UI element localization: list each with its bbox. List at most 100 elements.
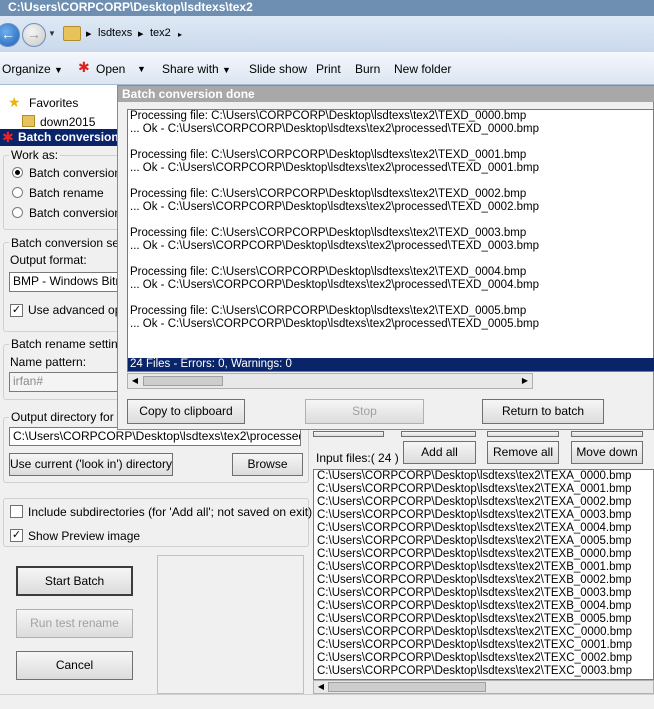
use-advanced-label[interactable]: Use advanced opt — [28, 303, 125, 317]
use-advanced-checkbox[interactable]: ✓ — [10, 304, 23, 317]
file-list-item[interactable]: C:\Users\CORPCORP\Desktop\lsdtexs\tex2\T… — [314, 639, 653, 652]
organize-menu[interactable]: Organize ▼ — [2, 62, 63, 76]
stop-button[interactable]: Stop — [305, 399, 424, 424]
log-line[interactable]: Processing file: C:\Users\CORPCORP\Deskt… — [128, 149, 653, 162]
explorer-title-bar: C:\Users\CORPCORP\Desktop\lsdtexs\tex2 — [0, 0, 654, 16]
conversion-log[interactable]: Processing file: C:\Users\CORPCORP\Deskt… — [127, 109, 654, 372]
print-button[interactable]: Print — [316, 62, 341, 76]
forward-arrow-icon: → — [27, 26, 41, 42]
name-pattern-label: Name pattern: — [10, 355, 87, 369]
copy-to-clipboard-button[interactable]: Copy to clipboard — [127, 399, 245, 424]
burn-button[interactable]: Burn — [355, 62, 380, 76]
breadcrumb-dropdown-icon[interactable]: ▸ — [178, 30, 182, 39]
log-blank-line — [128, 175, 653, 188]
log-line[interactable]: Processing file: C:\Users\CORPCORP\Deskt… — [128, 188, 653, 201]
explorer-toolbar: Organize ▼ ✱ Open ▼ Share with ▼ Slide s… — [0, 52, 654, 85]
file-list-item[interactable]: C:\Users\CORPCORP\Desktop\lsdtexs\tex2\T… — [314, 522, 653, 535]
remove-all-button[interactable]: Remove all — [487, 441, 559, 464]
include-subdirectories-checkbox[interactable] — [10, 505, 23, 518]
log-scrollbar[interactable]: ◀ ▶ — [127, 373, 533, 389]
file-list-item[interactable]: C:\Users\CORPCORP\Desktop\lsdtexs\tex2\T… — [314, 652, 653, 665]
file-list-item[interactable]: C:\Users\CORPCORP\Desktop\lsdtexs\tex2\T… — [314, 574, 653, 587]
log-line[interactable]: ... Ok - C:\Users\CORPCORP\Desktop\lsdte… — [128, 318, 653, 331]
new-folder-button[interactable]: New folder — [394, 62, 451, 76]
file-list-item[interactable]: C:\Users\CORPCORP\Desktop\lsdtexs\tex2\T… — [314, 613, 653, 626]
file-list-item[interactable]: C:\Users\CORPCORP\Desktop\lsdtexs\tex2\T… — [314, 496, 653, 509]
add-all-button[interactable]: Add all — [403, 441, 476, 464]
share-with-menu[interactable]: Share with ▼ — [162, 62, 231, 76]
scrollbar-thumb[interactable] — [143, 376, 223, 386]
log-line[interactable]: ... Ok - C:\Users\CORPCORP\Desktop\lsdte… — [128, 123, 653, 136]
log-line[interactable]: Processing file: C:\Users\CORPCORP\Deskt… — [128, 227, 653, 240]
file-list-item[interactable]: C:\Users\CORPCORP\Desktop\lsdtexs\tex2\T… — [314, 548, 653, 561]
recent-pages-dropdown-icon[interactable]: ▼ — [48, 29, 56, 38]
back-button[interactable]: ← — [0, 23, 20, 47]
slide-show-button[interactable]: Slide show — [249, 62, 307, 76]
breadcrumb-separator-icon[interactable]: ▸ — [138, 27, 144, 40]
radio-conversion-and-rename[interactable] — [12, 207, 23, 218]
file-list-item[interactable]: C:\Users\CORPCORP\Desktop\lsdtexs\tex2\T… — [314, 587, 653, 600]
work-as-label: Work as: — [9, 148, 61, 162]
explorer-title: C:\Users\CORPCORP\Desktop\lsdtexs\tex2 — [8, 0, 253, 14]
forward-button[interactable]: → — [22, 23, 46, 47]
file-list-item[interactable]: C:\Users\CORPCORP\Desktop\lsdtexs\tex2\T… — [314, 509, 653, 522]
back-arrow-icon: ← — [1, 26, 15, 42]
cancel-button[interactable]: Cancel — [16, 651, 133, 680]
preview-image-area — [157, 555, 304, 694]
show-preview-checkbox[interactable]: ✓ — [10, 529, 23, 542]
file-list-item[interactable]: C:\Users\CORPCORP\Desktop\lsdtexs\tex2\T… — [314, 483, 653, 496]
folder-icon — [63, 26, 81, 41]
radio-batch-rename[interactable] — [12, 187, 23, 198]
browse-button[interactable]: Browse — [232, 453, 303, 476]
upper-button-edge — [401, 431, 476, 437]
include-subdirectories-label[interactable]: Include subdirectories (for 'Add all'; n… — [28, 505, 312, 519]
log-summary-line[interactable]: 24 Files - Errors: 0, Warnings: 0 — [128, 358, 654, 371]
return-to-batch-button[interactable]: Return to batch — [482, 399, 604, 424]
log-line[interactable]: ... Ok - C:\Users\CORPCORP\Desktop\lsdte… — [128, 240, 653, 253]
log-blank-line — [128, 214, 653, 227]
radio-batch-rename-label[interactable]: Batch rename — [29, 186, 104, 200]
log-blank-line — [128, 292, 653, 305]
file-list-item[interactable]: C:\Users\CORPCORP\Desktop\lsdtexs\tex2\T… — [314, 470, 653, 483]
breadcrumb-item-tex2[interactable]: tex2 — [150, 27, 171, 39]
log-line[interactable]: ... Ok - C:\Users\CORPCORP\Desktop\lsdte… — [128, 201, 653, 214]
dialog-title: Batch conversion done — [122, 87, 255, 101]
log-line[interactable]: Processing file: C:\Users\CORPCORP\Deskt… — [128, 110, 653, 123]
open-menu[interactable]: Open — [96, 62, 125, 76]
upper-button-edge — [571, 431, 643, 437]
output-format-label: Output format: — [10, 253, 87, 267]
start-batch-button[interactable]: Start Batch — [16, 566, 133, 596]
file-list-item[interactable]: C:\Users\CORPCORP\Desktop\lsdtexs\tex2\T… — [314, 665, 653, 678]
log-line[interactable]: ... Ok - C:\Users\CORPCORP\Desktop\lsdte… — [128, 279, 653, 292]
nav-item-favorites[interactable]: Favorites — [29, 96, 78, 110]
nav-item-down2015[interactable]: down2015 — [40, 115, 95, 129]
scroll-right-icon[interactable]: ▶ — [518, 375, 532, 387]
radio-conversion-and-rename-label[interactable]: Batch conversion - — [29, 206, 128, 220]
bottom-status-strip — [0, 694, 654, 709]
run-test-rename-button[interactable]: Run test rename — [16, 609, 133, 638]
upper-button-edge — [313, 431, 384, 437]
scroll-left-icon[interactable]: ◀ — [314, 681, 328, 693]
output-format-select[interactable]: BMP - Windows Bitma — [9, 272, 121, 292]
open-dropdown-icon[interactable]: ▼ — [137, 64, 146, 74]
file-list-item[interactable]: C:\Users\CORPCORP\Desktop\lsdtexs\tex2\T… — [314, 600, 653, 613]
log-line[interactable]: Processing file: C:\Users\CORPCORP\Deskt… — [128, 266, 653, 279]
file-list-item[interactable]: C:\Users\CORPCORP\Desktop\lsdtexs\tex2\T… — [314, 626, 653, 639]
log-line[interactable]: Processing file: C:\Users\CORPCORP\Deskt… — [128, 305, 653, 318]
input-file-list[interactable]: C:\Users\CORPCORP\Desktop\lsdtexs\tex2\T… — [313, 469, 654, 680]
file-list-scrollbar[interactable]: ◀ — [313, 680, 654, 694]
breadcrumb-separator-icon[interactable]: ▸ — [86, 27, 92, 40]
scroll-left-icon[interactable]: ◀ — [128, 375, 142, 387]
radio-batch-conversion-label[interactable]: Batch conversion — [29, 166, 121, 180]
name-pattern-input[interactable]: irfan# — [9, 372, 121, 392]
file-list-item[interactable]: C:\Users\CORPCORP\Desktop\lsdtexs\tex2\T… — [314, 561, 653, 574]
file-list-item[interactable]: C:\Users\CORPCORP\Desktop\lsdtexs\tex2\T… — [314, 535, 653, 548]
log-line[interactable]: ... Ok - C:\Users\CORPCORP\Desktop\lsdte… — [128, 162, 653, 175]
conversion-settings-label: Batch conversion setti — [9, 236, 131, 250]
scrollbar-thumb[interactable] — [328, 682, 486, 692]
move-down-button[interactable]: Move down — [571, 441, 643, 464]
use-current-directory-button[interactable]: Use current ('look in') directory — [9, 453, 173, 476]
radio-batch-conversion[interactable] — [12, 167, 23, 178]
show-preview-label[interactable]: Show Preview image — [28, 529, 140, 543]
breadcrumb-item-lsdtexs[interactable]: lsdtexs — [98, 27, 132, 39]
